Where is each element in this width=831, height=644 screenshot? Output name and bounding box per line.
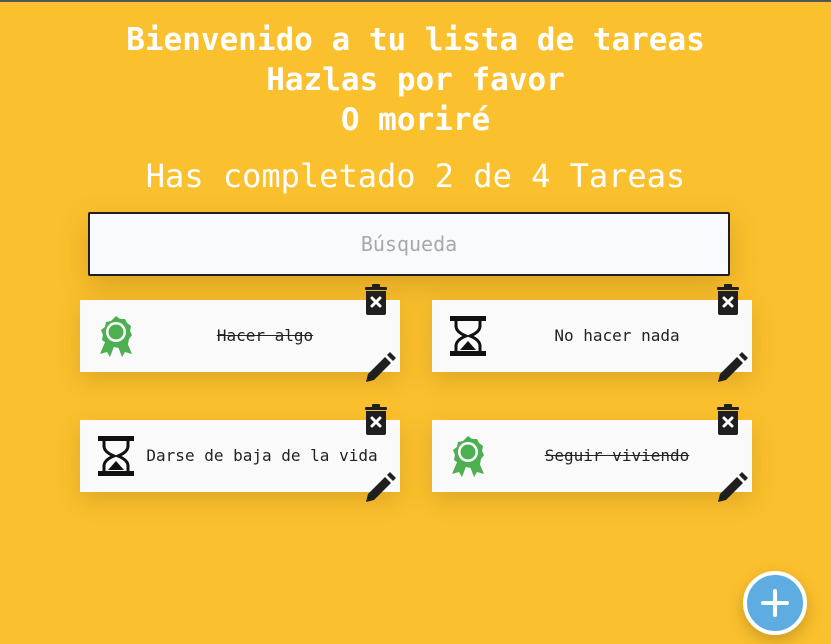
todo-text: Hacer algo <box>216 326 314 345</box>
todo-counter: Has completado 2 de 4 Tareas <box>145 157 686 195</box>
title-line-3: O moriré <box>340 102 491 138</box>
plus-icon <box>761 589 789 617</box>
todo-text: Darse de baja de la vida <box>146 446 378 465</box>
pencil-icon[interactable] <box>716 472 748 504</box>
app-title: Bienvenido a tu lista de tareas Hazlas p… <box>0 20 831 140</box>
todo-text: No hacer nada <box>554 326 680 345</box>
pencil-icon[interactable] <box>364 352 396 384</box>
trash-icon[interactable] <box>716 404 740 436</box>
trash-icon[interactable] <box>716 284 740 316</box>
todo-text: Seguir viviendo <box>544 446 690 465</box>
pencil-icon[interactable] <box>716 352 748 384</box>
title-line-1: Bienvenido a tu lista de tareas <box>126 22 705 58</box>
trash-icon[interactable] <box>364 284 388 316</box>
todo-item: Seguir viviendo <box>432 404 752 502</box>
todo-item: Hacer algo <box>80 284 400 382</box>
title-line-2: Hazlas por favor <box>266 62 565 98</box>
pencil-icon[interactable] <box>364 472 396 504</box>
trash-icon[interactable] <box>364 404 388 436</box>
todo-item: No hacer nada <box>432 284 752 382</box>
todo-item: Darse de baja de la vida <box>80 404 400 502</box>
add-todo-button[interactable] <box>743 571 807 635</box>
search-input[interactable] <box>88 212 730 276</box>
